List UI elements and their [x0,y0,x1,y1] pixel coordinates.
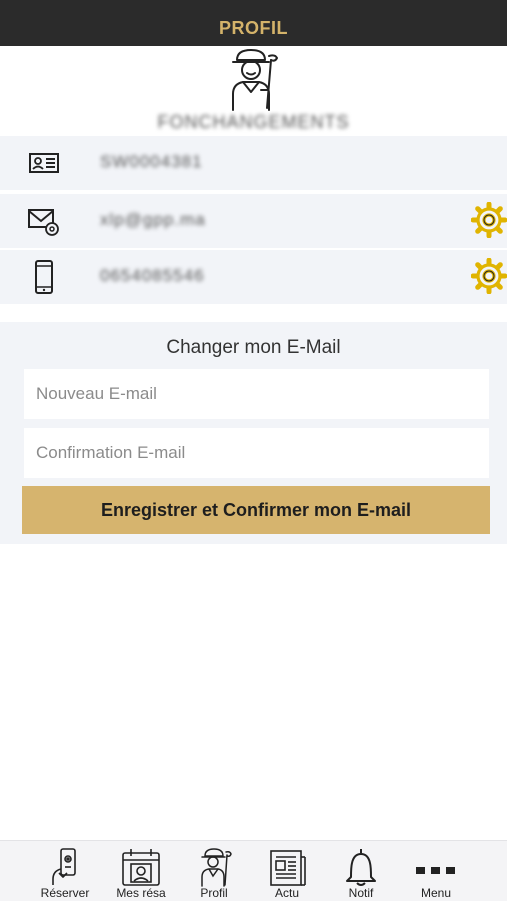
nav-label: Notif [348,886,374,900]
confirm-email-input[interactable] [24,428,489,478]
bottom-nav: Réserver Mes résa Profil Actu Notif Menu [0,840,507,901]
golfer-avatar-icon [232,49,278,111]
bell-icon [341,847,381,887]
id-row: SW0004381 [0,136,507,190]
gear-icon[interactable] [470,201,507,239]
id-card-icon [26,145,62,181]
smartphone-icon [26,259,62,295]
phone-row: 0654085546 [0,250,507,304]
nav-label: Mes résa [116,886,166,900]
nav-label: Menu [420,886,452,900]
calendar-user-icon [121,847,161,887]
avatar [221,46,285,112]
save-confirm-email-button[interactable]: Enregistrer et Confirmer mon E-mail [22,486,490,534]
newspaper-icon [267,847,307,887]
nav-item-profil[interactable]: Profil [176,841,252,901]
page-title: PROFIL [219,17,288,38]
email-value: xlp@gpp.ma [100,210,206,229]
email-row: xlp@gpp.ma [0,194,507,248]
nav-item-mes-resa[interactable]: Mes résa [103,841,179,901]
app-header: PROFIL [0,0,507,46]
new-email-input[interactable] [24,369,489,419]
nav-item-actu[interactable]: Actu [249,841,325,901]
nav-label: Profil [200,886,228,900]
nav-item-notif[interactable]: Notif [323,841,399,901]
golfer-icon [194,847,234,887]
phone-booking-icon [45,847,85,887]
phone-value: 0654085546 [100,266,205,285]
nav-label: Actu [274,886,299,900]
nav-label: Réserver [40,886,90,900]
change-email-title: Changer mon E-Mail [166,337,341,358]
more-dots-icon [416,847,456,887]
nav-item-reserver[interactable]: Réserver [27,841,103,901]
mail-at-icon [26,203,62,239]
gear-icon[interactable] [470,257,507,295]
profile-name: FONCHANGEMENTS [157,112,350,132]
nav-item-menu[interactable]: Menu [398,841,474,901]
id-value: SW0004381 [100,152,203,171]
